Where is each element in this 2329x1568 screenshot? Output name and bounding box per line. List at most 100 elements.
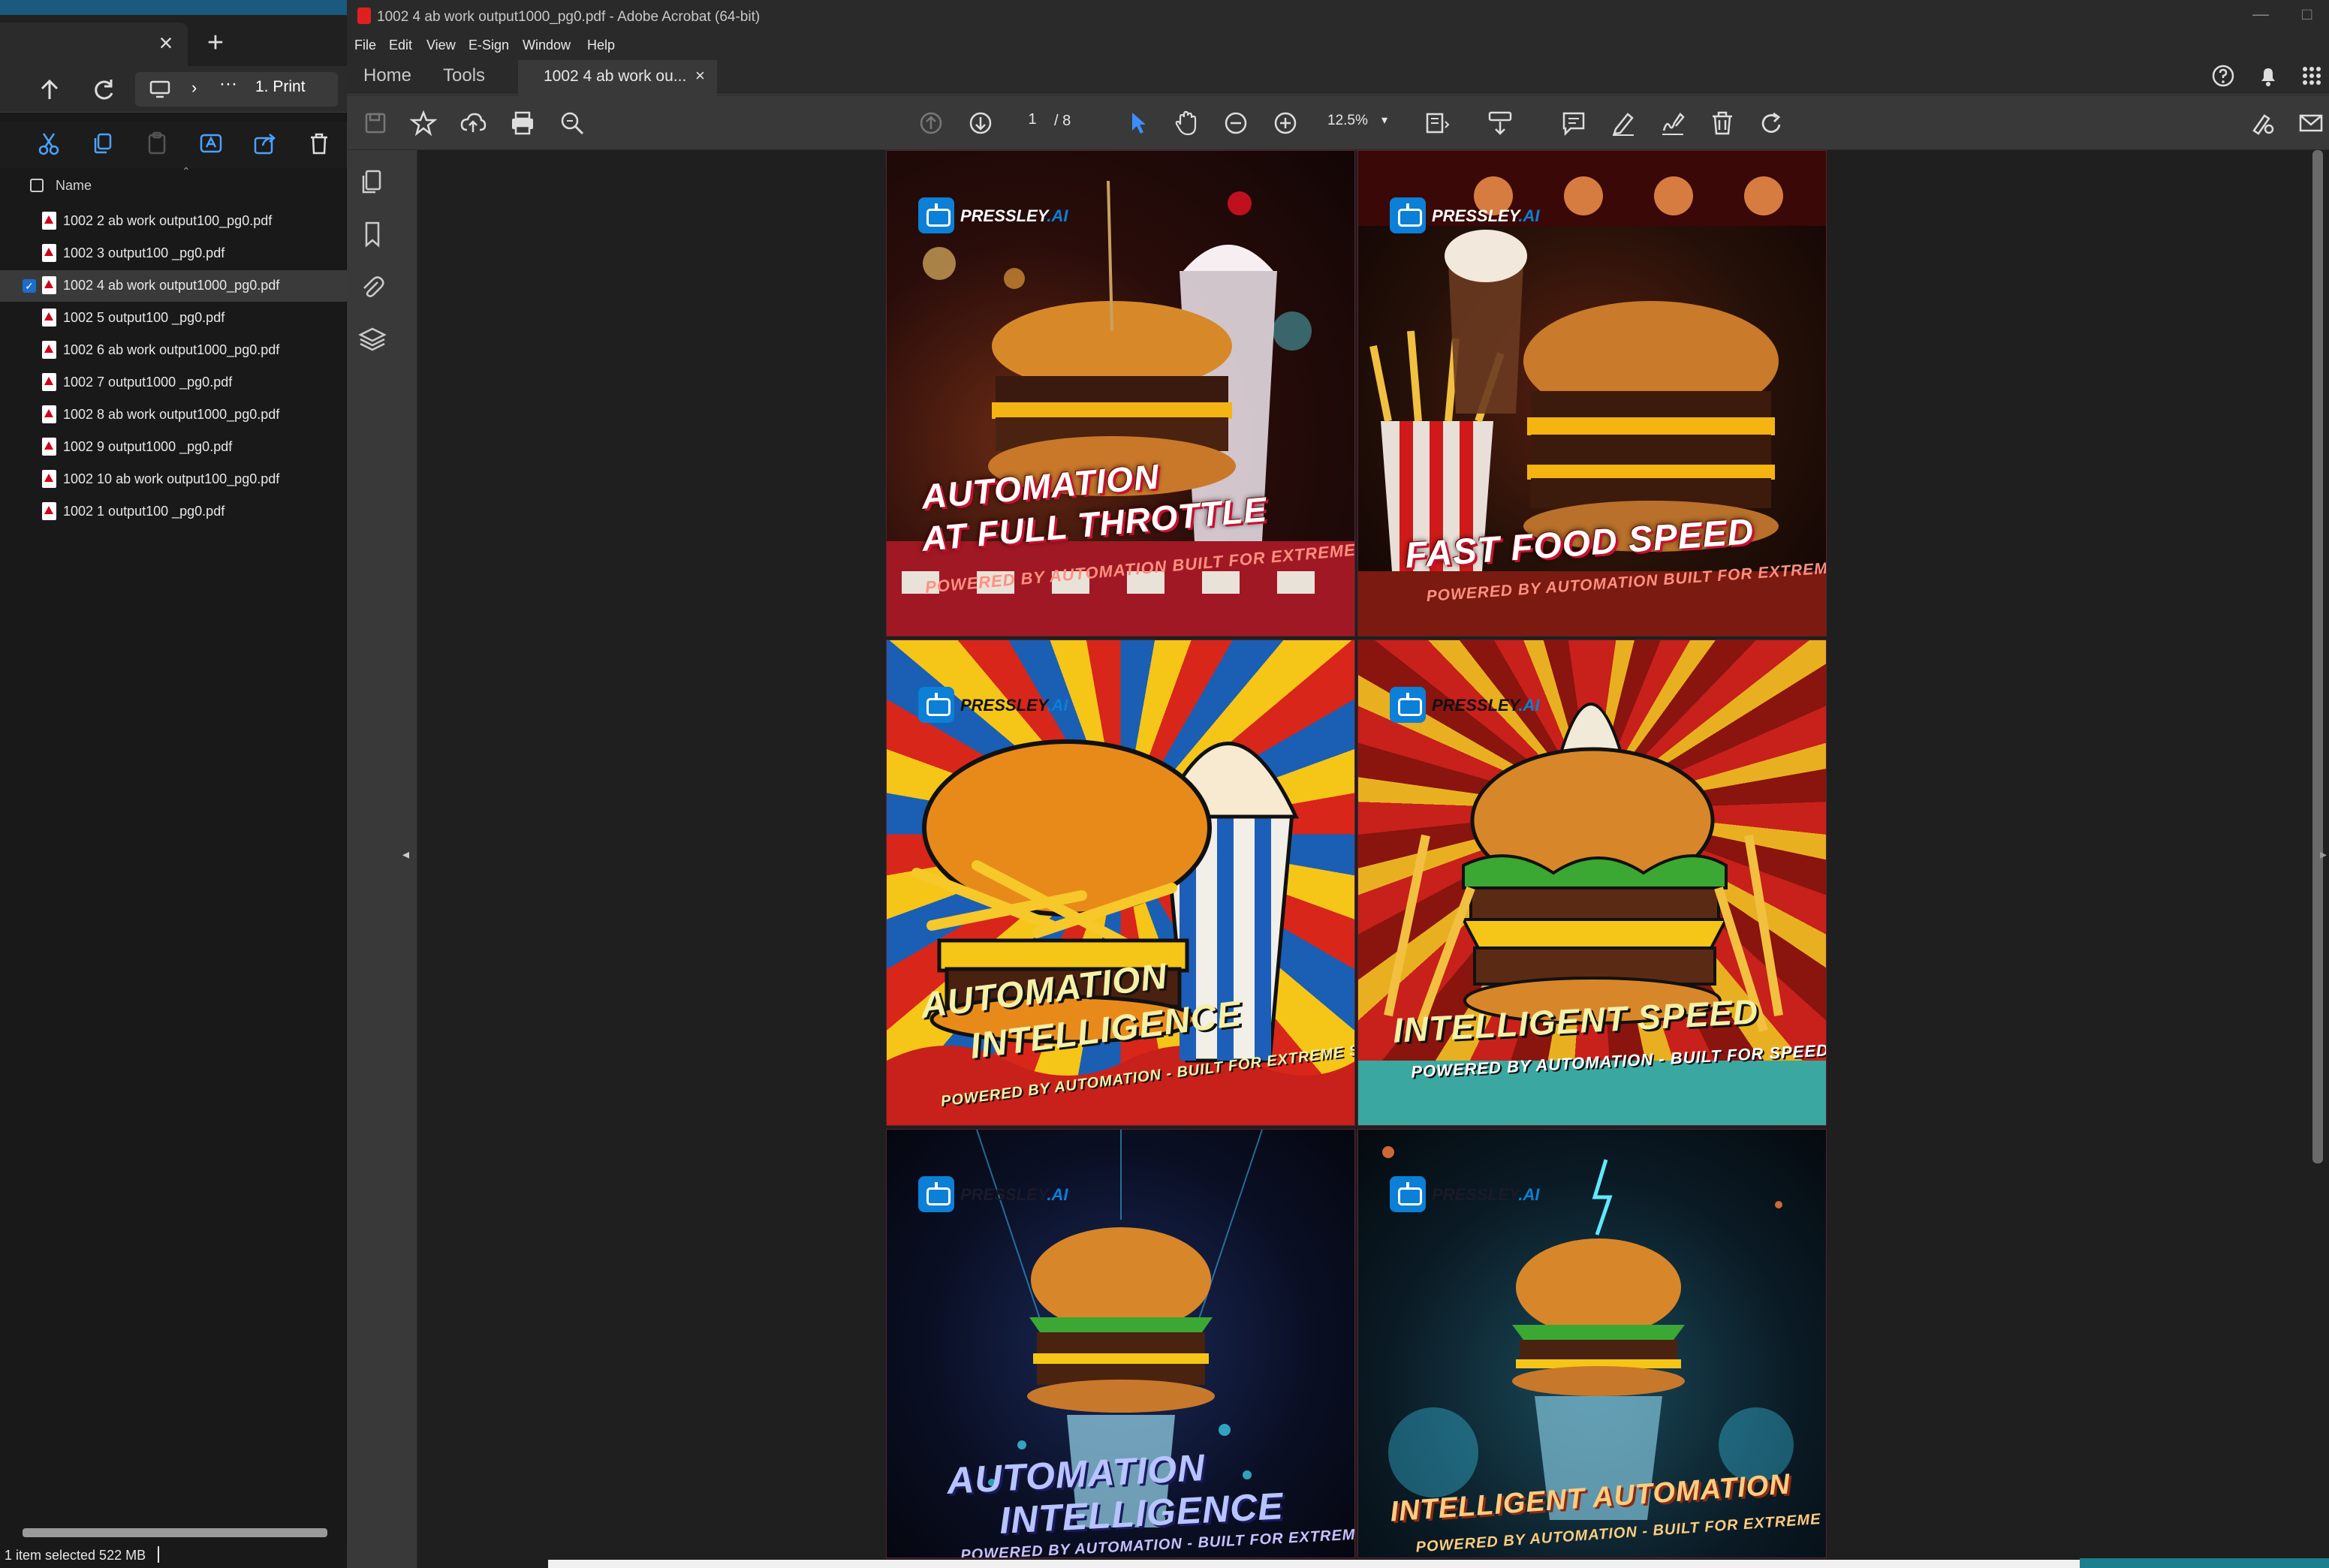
minimize-button[interactable]: —	[2252, 5, 2269, 24]
page-thumbnails-icon[interactable]	[357, 167, 387, 197]
file-row[interactable]: ✓ 1002 4 ab work output1000_pg0.pdf	[0, 270, 347, 302]
file-name: 1002 8 ab work output1000_pg0.pdf	[63, 407, 280, 422]
file-row[interactable]: 1002 9 output1000 _pg0.pdf	[0, 432, 347, 463]
sort-caret-icon: ⌃	[182, 165, 191, 177]
up-arrow-icon[interactable]	[35, 75, 65, 105]
email-icon[interactable]	[2297, 110, 2324, 137]
expand-right-pane-arrow-icon[interactable]: ▸	[2320, 847, 2327, 862]
copy-icon[interactable]	[90, 131, 116, 156]
collapse-pane-arrow-icon[interactable]: ◂	[402, 847, 409, 862]
previous-page-icon[interactable]	[917, 110, 945, 137]
page-thumbnail-1[interactable]: PRESSLEY.AI AUTOMATION AT FULL THROTTLE …	[886, 150, 1355, 637]
hand-tool-icon[interactable]	[1173, 110, 1200, 137]
delete-icon[interactable]	[306, 131, 332, 156]
file-name: 1002 7 output1000 _pg0.pdf	[63, 375, 233, 390]
zoom-in-icon[interactable]	[1272, 110, 1299, 137]
zoom-dropdown-icon[interactable]: ▾	[1381, 113, 1387, 128]
logo-text: PRESSLEY.AI	[1432, 696, 1540, 715]
pressley-logo-icon	[1390, 1176, 1426, 1212]
file-name: 1002 10 ab work output100_pg0.pdf	[63, 471, 280, 486]
save-icon[interactable]	[362, 110, 389, 137]
refresh-icon[interactable]	[89, 75, 119, 105]
new-tab-button[interactable]: +	[203, 29, 228, 57]
breadcrumb-chevron-icon: ›	[191, 78, 197, 97]
pdf-file-icon	[42, 470, 56, 488]
pdf-file-icon	[42, 502, 56, 520]
page-thumbnail-3[interactable]: PRESSLEY.AI AUTOMATION INTELLIGENCE POWE…	[886, 640, 1355, 1126]
scroll-mode-icon[interactable]	[1487, 110, 1514, 137]
file-row[interactable]: 1002 2 ab work output100_pg0.pdf	[0, 206, 347, 237]
close-document-tab-icon[interactable]: ×	[695, 66, 705, 86]
logo-text: PRESSLEY.AI	[960, 1185, 1068, 1204]
breadcrumb-current-folder[interactable]: 1. Print	[255, 78, 306, 96]
help-icon[interactable]	[2210, 63, 2236, 89]
apps-grid-icon[interactable]	[2299, 63, 2324, 89]
maximize-button[interactable]: □	[2302, 5, 2312, 24]
pressley-logo-icon	[1390, 687, 1426, 723]
select-all-checkbox[interactable]	[30, 179, 44, 192]
page-thumbnail-4[interactable]: PRESSLEY.AI INTELLIGENT SPEED POWERED BY…	[1357, 640, 1827, 1126]
file-row[interactable]: 1002 3 output100 _pg0.pdf	[0, 238, 347, 269]
file-name: 1002 5 output100 _pg0.pdf	[63, 310, 225, 325]
pdf-file-icon	[42, 373, 56, 391]
search-icon[interactable]	[559, 110, 586, 137]
rename-icon[interactable]	[198, 131, 224, 156]
share-icon[interactable]	[252, 131, 278, 156]
print-icon[interactable]	[509, 110, 536, 137]
horizontal-scrollbar[interactable]	[23, 1528, 327, 1537]
tab-tools[interactable]: Tools	[443, 65, 485, 86]
name-column-header[interactable]: Name	[56, 178, 92, 194]
file-row[interactable]: 1002 10 ab work output100_pg0.pdf	[0, 464, 347, 495]
page-thumbnail-5[interactable]: PRESSLEY.AI AUTOMATION INTELLIGENCE POWE…	[886, 1129, 1355, 1558]
page-thumbnail-6[interactable]: PRESSLEY.AI INTELLIGENT AUTOMATION POWER…	[1357, 1129, 1827, 1558]
tab-home[interactable]: Home	[363, 65, 411, 86]
menu-file[interactable]: File	[354, 38, 376, 53]
star-icon[interactable]	[410, 110, 437, 137]
zoom-out-icon[interactable]	[1222, 110, 1249, 137]
pdf-file-icon	[42, 438, 56, 456]
status-text: 1 item selected 522 MB	[5, 1548, 146, 1563]
bookmark-icon[interactable]	[357, 219, 387, 249]
notification-bell-icon[interactable]	[2255, 63, 2281, 89]
pdf-file-icon	[42, 276, 56, 294]
select-cursor-icon[interactable]	[1125, 110, 1152, 137]
file-row[interactable]: 1002 7 output1000 _pg0.pdf	[0, 367, 347, 399]
page-number-input[interactable]: 1	[1023, 111, 1042, 135]
menu-help[interactable]: Help	[587, 38, 615, 53]
menu-view[interactable]: View	[426, 38, 456, 53]
vertical-scrollbar[interactable]	[2312, 150, 2323, 1163]
menu-esign[interactable]: E-Sign	[469, 38, 509, 53]
edit-pdf-icon[interactable]	[2249, 110, 2276, 137]
close-tab-icon[interactable]: ×	[155, 31, 177, 55]
logo-text: PRESSLEY.AI	[960, 206, 1068, 225]
trash-icon[interactable]	[1709, 110, 1736, 137]
fit-page-icon[interactable]	[1424, 110, 1451, 137]
file-name: 1002 2 ab work output100_pg0.pdf	[63, 213, 273, 228]
window-title: 1002 4 ab work output1000_pg0.pdf - Adob…	[377, 9, 761, 25]
file-row[interactable]: 1002 8 ab work output1000_pg0.pdf	[0, 399, 347, 431]
file-row[interactable]: 1002 6 ab work output1000_pg0.pdf	[0, 335, 347, 366]
zoom-level[interactable]: 12.5%	[1327, 113, 1368, 129]
layers-icon[interactable]	[357, 324, 387, 354]
row-checkbox[interactable]: ✓	[23, 279, 36, 293]
menu-edit[interactable]: Edit	[389, 38, 412, 53]
pdf-file-icon	[42, 244, 56, 262]
pressley-logo-icon	[918, 687, 954, 723]
comment-icon[interactable]	[1560, 110, 1587, 137]
menu-window[interactable]: Window	[523, 38, 571, 53]
taskbar-accent	[2080, 1558, 2329, 1568]
file-row[interactable]: 1002 5 output100 _pg0.pdf	[0, 302, 347, 334]
attachment-icon[interactable]	[357, 272, 387, 302]
breadcrumb-overflow-button[interactable]: ···	[219, 74, 237, 95]
file-name: 1002 1 output100 _pg0.pdf	[63, 504, 225, 519]
menu-bar	[347, 33, 2329, 59]
file-row[interactable]: 1002 1 output100 _pg0.pdf	[0, 496, 347, 528]
cut-icon[interactable]	[36, 131, 62, 156]
next-page-icon[interactable]	[967, 110, 994, 137]
page-thumbnail-2[interactable]: PRESSLEY.AI FAST FOOD SPEED POWERED BY A…	[1357, 150, 1827, 637]
paste-icon[interactable]	[144, 131, 170, 156]
sign-icon[interactable]	[1659, 110, 1686, 137]
cloud-upload-icon[interactable]	[459, 110, 487, 137]
rotate-icon[interactable]	[1758, 110, 1785, 137]
highlight-icon[interactable]	[1610, 110, 1637, 137]
